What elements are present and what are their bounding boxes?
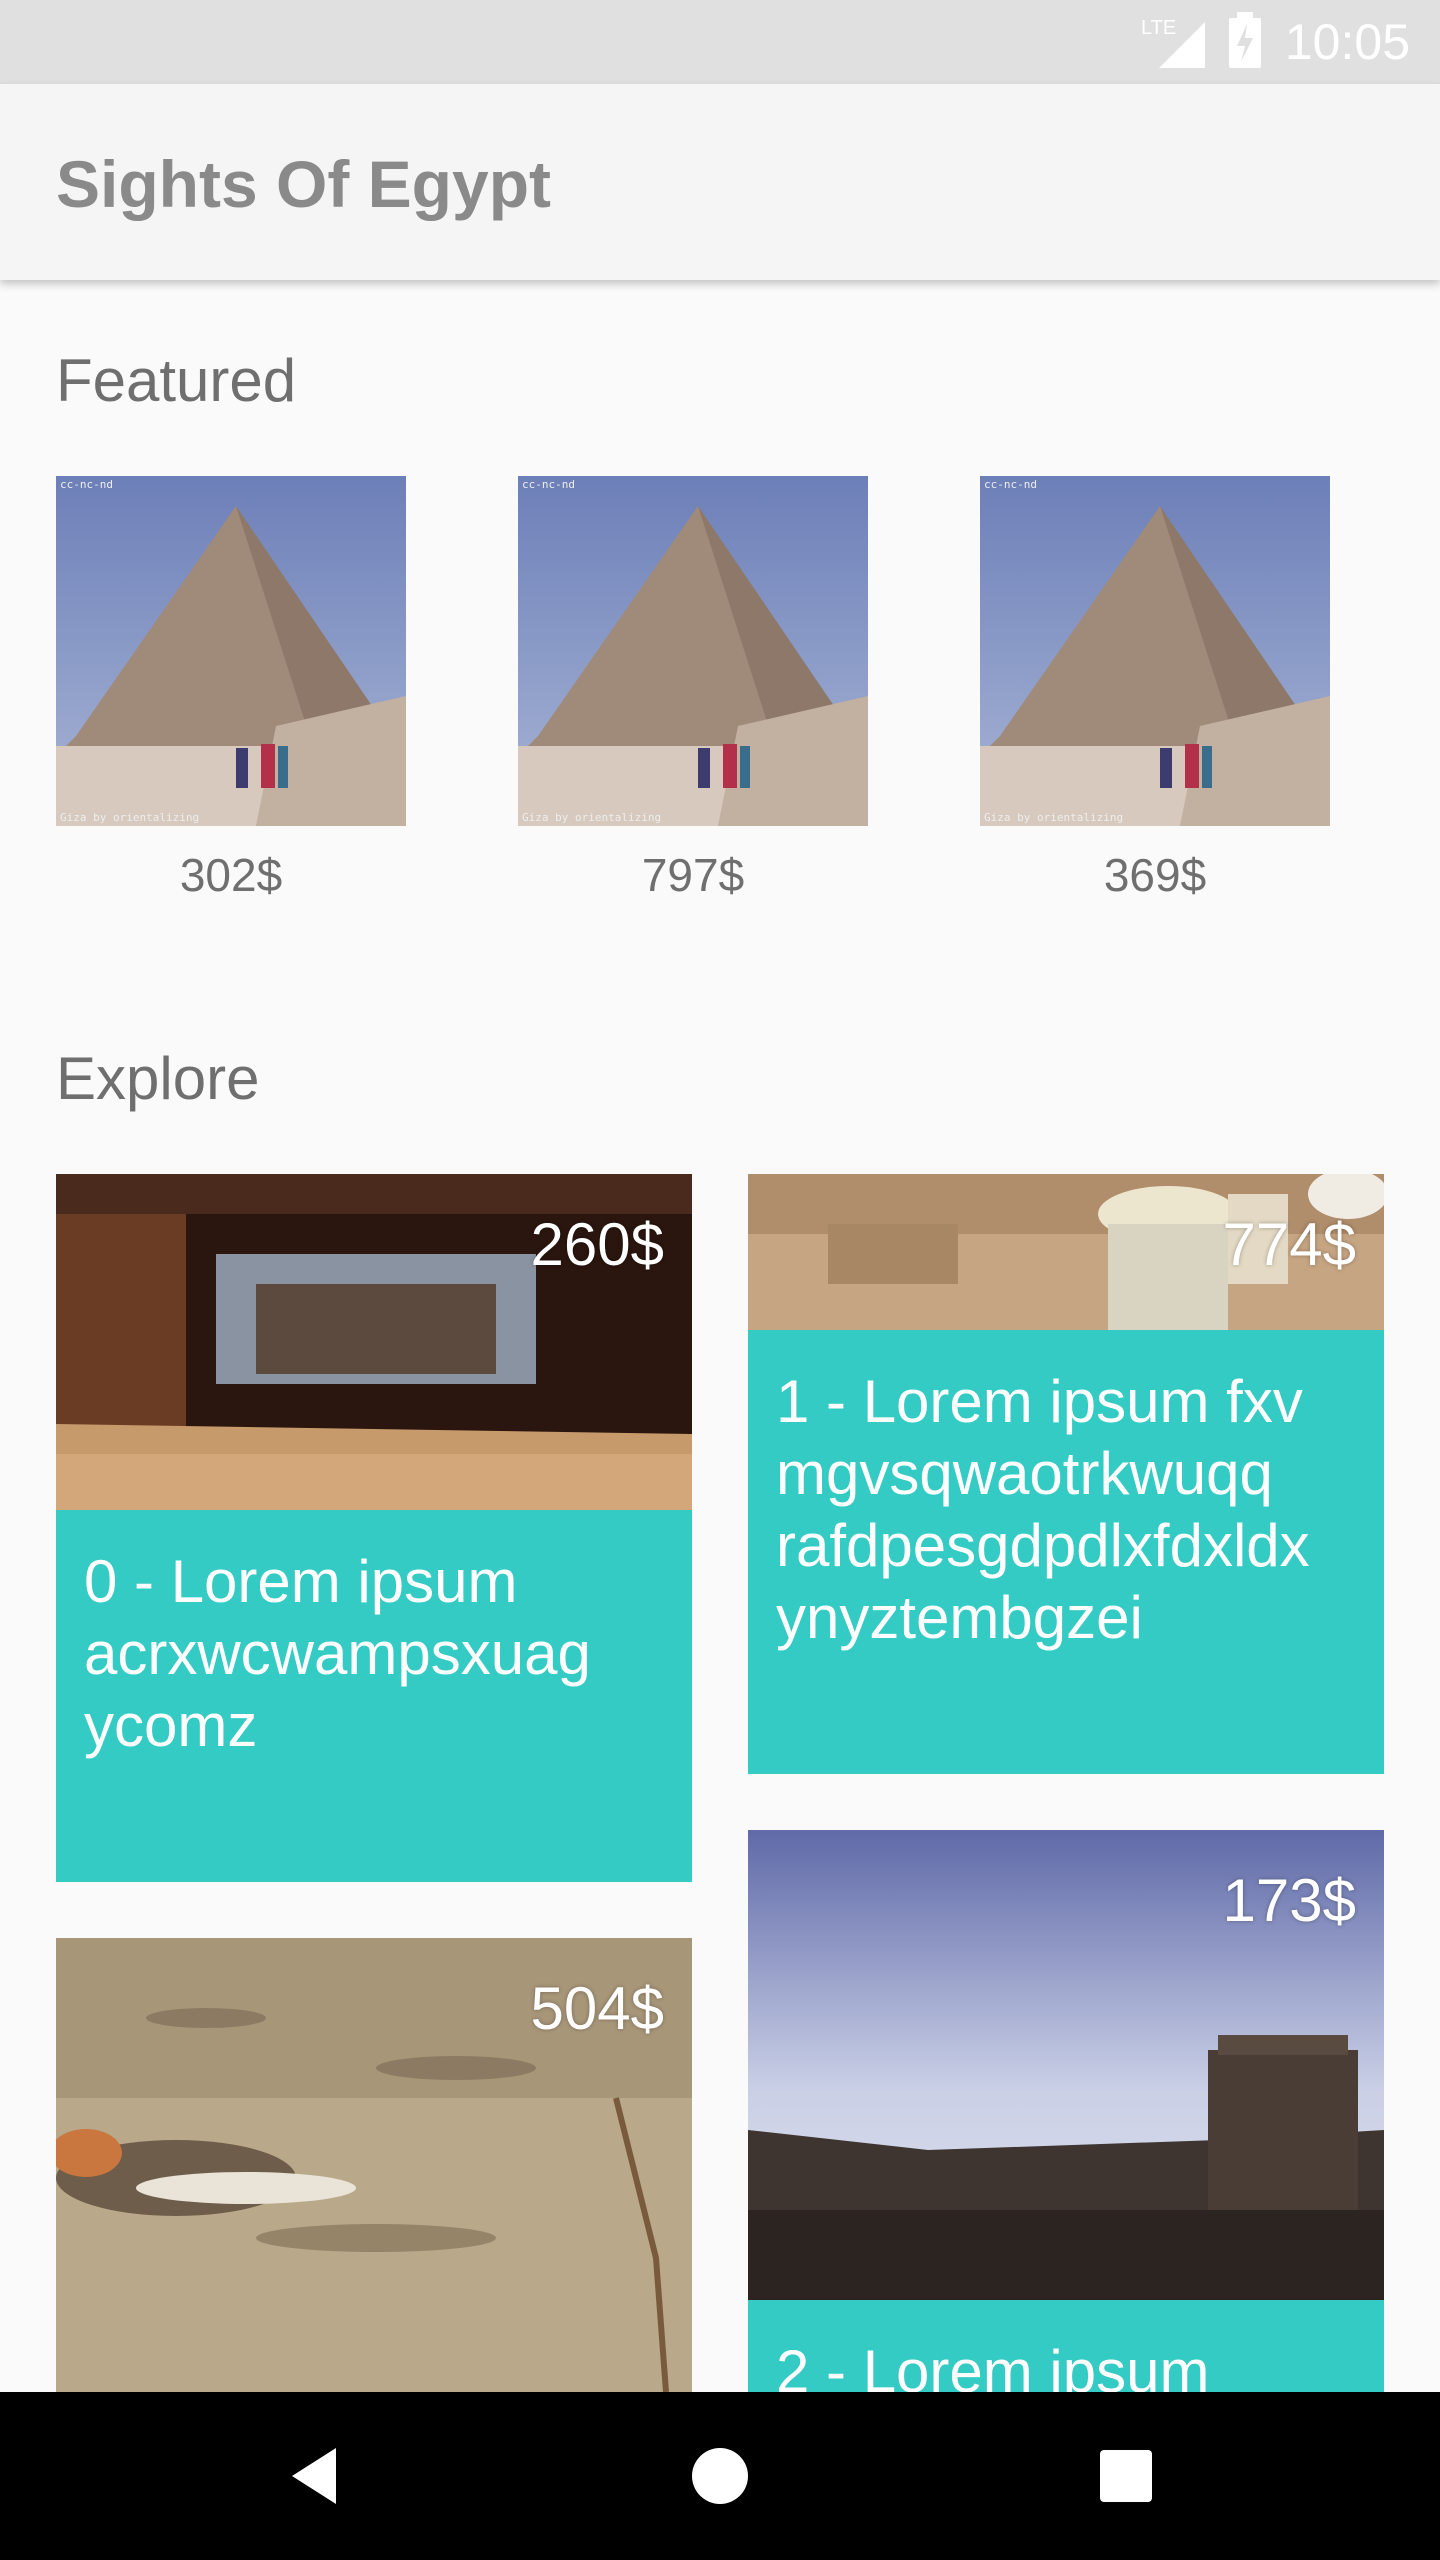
featured-image[interactable]: cc-nc-nd Giza by orientalizing <box>56 476 406 826</box>
card-photo: 774$ <box>748 1174 1384 1330</box>
featured-item[interactable]: cc-nc-nd Giza by orientalizing 797$ <box>518 476 868 902</box>
card-price: 173$ <box>1222 1867 1356 1934</box>
featured-image[interactable]: cc-nc-nd Giza by orientalizing <box>518 476 868 826</box>
battery-icon <box>1227 11 1263 73</box>
recents-square-icon <box>1100 2450 1152 2502</box>
home-button[interactable] <box>650 2392 790 2560</box>
featured-item[interactable]: cc-nc-nd Giza by orientalizing 369$ <box>980 476 1330 902</box>
license-label: cc-nc-nd <box>522 478 575 491</box>
card-text: 1 - Lorem ipsum fxv mgvsqwaotrkwuqq rafd… <box>748 1330 1384 1774</box>
status-time: 10:05 <box>1284 14 1410 70</box>
explore-card[interactable]: 504$ <box>56 1938 692 2392</box>
featured-image[interactable]: cc-nc-nd Giza by orientalizing <box>980 476 1330 826</box>
back-triangle-icon <box>292 2448 336 2504</box>
card-price: 260$ <box>530 1211 664 1278</box>
card-text: 0 - Lorem ipsum acrxwcwampsxuag ycomz <box>56 1510 692 1882</box>
lte-signal-icon: LTE <box>1139 12 1205 73</box>
featured-price: 797$ <box>641 849 745 901</box>
license-label: cc-nc-nd <box>60 478 113 491</box>
photo-credit: Giza by orientalizing <box>984 811 1124 824</box>
card-photo: 173$ <box>748 1830 1384 2300</box>
back-button[interactable] <box>246 2392 386 2560</box>
status-bar: LTE 10:05 <box>0 0 1440 84</box>
photo-credit: Giza by orientalizing <box>60 811 200 824</box>
card-photo: 504$ <box>56 1938 692 2392</box>
featured-price: 302$ <box>179 849 283 901</box>
card-price: 504$ <box>530 1975 664 2042</box>
explore-card[interactable]: 260$ 0 - Lorem ipsum acrxwcwampsxuag yco… <box>56 1174 692 1882</box>
explore-card[interactable]: 774$ 1 - Lorem ipsum fxv mgvsqwaotrkwuqq… <box>748 1174 1384 1774</box>
recents-button[interactable] <box>1056 2392 1196 2560</box>
featured-heading: Featured <box>56 347 297 414</box>
card-photo: 260$ <box>56 1174 692 1510</box>
photo-credit: Giza by orientalizing <box>522 811 662 824</box>
app-title: Sights Of Egypt <box>56 147 551 221</box>
featured-price: 369$ <box>1103 849 1207 901</box>
featured-item[interactable]: cc-nc-nd Giza by orientalizing 302$ <box>56 476 406 902</box>
svg-text:LTE: LTE <box>1141 17 1176 39</box>
navigation-bar <box>0 2392 1440 2560</box>
card-price: 774$ <box>1222 1211 1356 1278</box>
home-circle-icon <box>692 2448 748 2504</box>
license-label: cc-nc-nd <box>984 478 1037 491</box>
explore-heading: Explore <box>56 1045 260 1112</box>
app-bar: Sights Of Egypt <box>0 84 1440 280</box>
status-icons: LTE 10:05 <box>1139 0 1410 84</box>
